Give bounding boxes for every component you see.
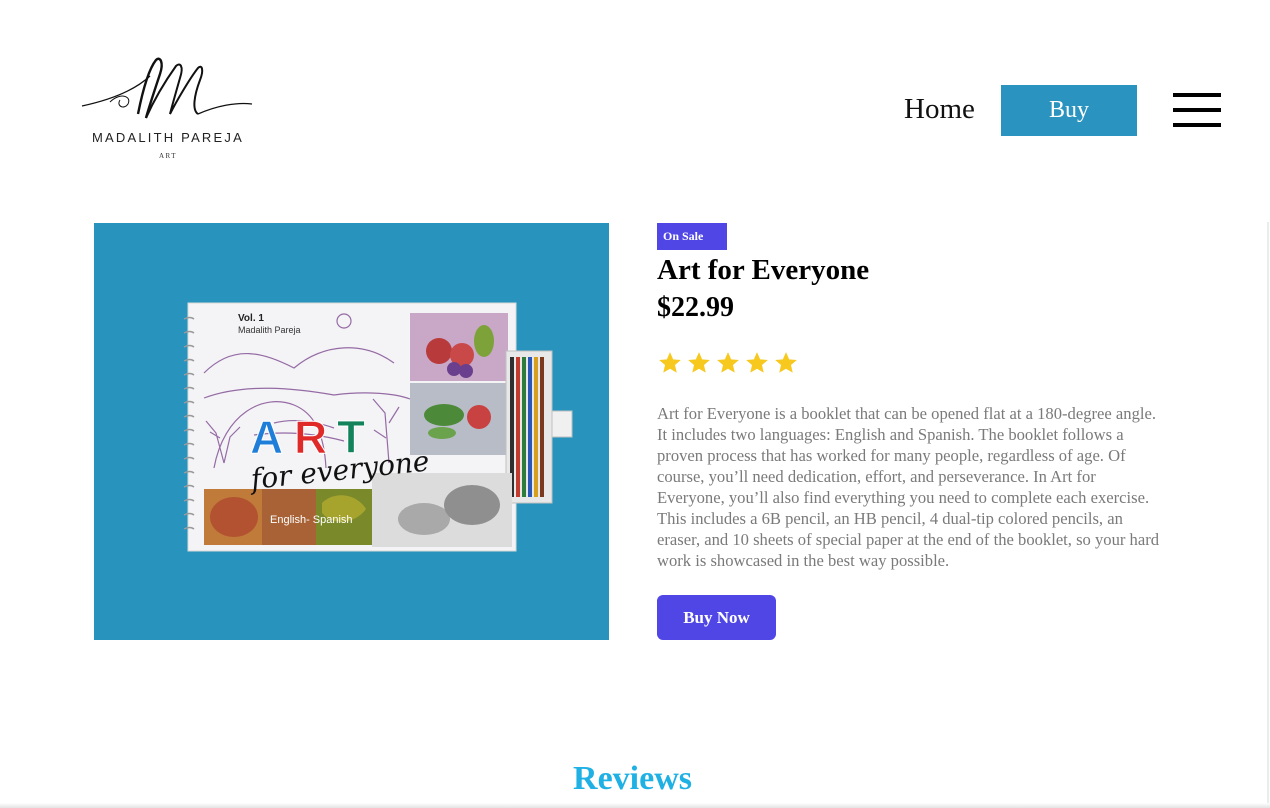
booklet-author-text: Madalith Pareja	[238, 325, 301, 335]
bottom-divider	[0, 803, 1270, 808]
booklet-art-letter-a: A	[250, 411, 283, 463]
star-icon	[717, 352, 739, 373]
logo-monogram-icon	[81, 57, 253, 119]
product-description: Art for Everyone is a booklet that can b…	[657, 404, 1160, 570]
nav-home-link[interactable]: Home	[904, 93, 975, 126]
product-price: $22.99	[657, 292, 734, 323]
nav-buy-button[interactable]: Buy	[1001, 85, 1137, 136]
product-image: Vol. 1 Madalith Pareja A R T for everyon…	[94, 223, 609, 640]
star-icon	[775, 352, 797, 373]
product-title: Art for Everyone	[657, 254, 870, 286]
star-icon	[659, 352, 681, 373]
hamburger-menu-icon[interactable]	[1173, 93, 1221, 129]
booklet-vol-text: Vol. 1	[238, 313, 264, 324]
logo[interactable]: MADALITH PAREJA ART	[80, 56, 256, 166]
scroll-edge	[1267, 222, 1269, 808]
sale-badge: On Sale	[657, 223, 727, 250]
reviews-heading: Reviews	[573, 760, 692, 797]
logo-subtitle: ART	[158, 152, 178, 160]
buy-now-button[interactable]: Buy Now	[657, 595, 776, 640]
booklet-languages-text: English- Spanish	[270, 514, 353, 526]
rating-stars	[657, 350, 799, 376]
logo-name: MADALITH PAREJA	[92, 130, 244, 145]
star-icon	[746, 352, 768, 373]
star-icon	[688, 352, 710, 373]
